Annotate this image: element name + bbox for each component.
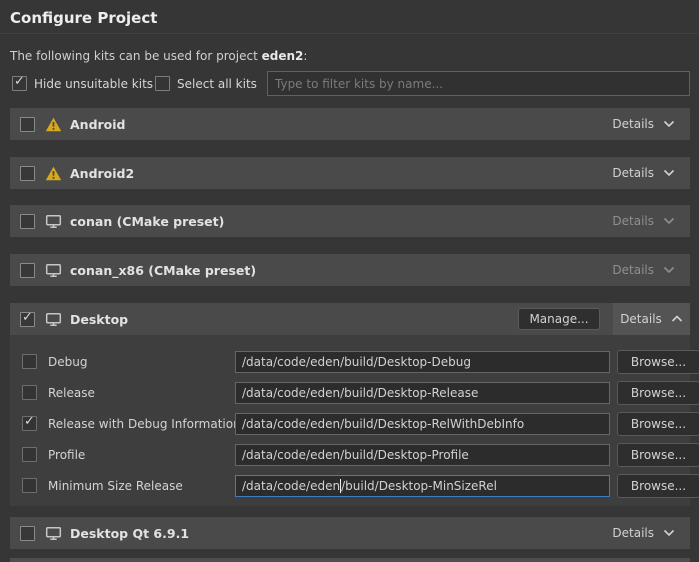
select-all-checkbox[interactable] <box>155 76 170 91</box>
config-label: Profile <box>48 448 85 462</box>
kit-checkbox[interactable] <box>20 312 35 327</box>
config-checkbox[interactable] <box>22 478 37 493</box>
chevron-down-icon <box>663 217 675 225</box>
browse-button[interactable]: Browse... <box>617 350 699 374</box>
project-name: eden2 <box>262 49 304 63</box>
kit-name: Android <box>70 117 126 132</box>
desktop-icon <box>45 263 62 278</box>
details-toggle[interactable]: Details <box>606 517 681 549</box>
kit-checkbox[interactable] <box>20 166 35 181</box>
config-label: Minimum Size Release <box>48 479 183 493</box>
build-dir-input[interactable] <box>235 382 610 404</box>
intro-text: The following kits can be used for proje… <box>10 49 307 63</box>
config-label: Release <box>48 386 95 400</box>
browse-button[interactable]: Browse... <box>617 474 699 498</box>
hide-unsuitable-label[interactable]: Hide unsuitable kits <box>34 77 153 91</box>
kit-row-android2[interactable]: Android2 Details <box>10 157 690 189</box>
desktop-icon <box>45 214 62 229</box>
select-all-kits-option[interactable]: Select all kits <box>155 76 257 91</box>
kit-row-desktop-qt[interactable]: Desktop Qt 6.9.1 Details <box>10 517 690 549</box>
kit-row-conan-x86[interactable]: conan_x86 (CMake preset) Details <box>10 254 690 286</box>
page-title: Configure Project <box>10 9 157 27</box>
config-row-release: Release Browse... <box>10 382 690 404</box>
config-label: Debug <box>48 355 87 369</box>
next-row-edge <box>10 558 690 562</box>
configure-project-page: Configure Project The following kits can… <box>0 0 699 562</box>
kit-checkbox[interactable] <box>20 526 35 541</box>
details-toggle[interactable]: Details <box>606 254 681 286</box>
title-separator <box>0 33 699 34</box>
desktop-build-configs-panel: Debug Browse... Release Browse... Releas… <box>10 335 690 506</box>
kit-name: Desktop <box>70 312 128 327</box>
details-toggle[interactable]: Details <box>606 108 681 140</box>
build-dir-input[interactable] <box>235 413 610 435</box>
chevron-down-icon <box>663 169 675 177</box>
build-dir-input[interactable] <box>235 351 610 373</box>
details-toggle[interactable]: Details <box>613 303 690 335</box>
chevron-down-icon <box>663 529 675 537</box>
kit-name: Android2 <box>70 166 134 181</box>
build-dir-input-focused[interactable]: /data/code/eden/build/Desktop-MinSizeRel <box>235 475 610 497</box>
browse-button[interactable]: Browse... <box>617 412 699 436</box>
config-row-minsizerel: Minimum Size Release /data/code/eden/bui… <box>10 475 690 497</box>
browse-button[interactable]: Browse... <box>617 443 699 467</box>
manage-kits-button[interactable]: Manage... <box>518 308 600 330</box>
desktop-icon <box>45 526 62 541</box>
kit-name: Desktop Qt 6.9.1 <box>70 526 189 541</box>
chevron-down-icon <box>663 266 675 274</box>
config-label: Release with Debug Information <box>48 417 241 431</box>
build-dir-input[interactable] <box>235 444 610 466</box>
hide-unsuitable-kits-option[interactable]: Hide unsuitable kits <box>12 76 153 91</box>
warning-icon <box>45 166 62 181</box>
kit-row-android[interactable]: Android Details <box>10 108 690 140</box>
select-all-label[interactable]: Select all kits <box>177 77 257 91</box>
browse-button[interactable]: Browse... <box>617 381 699 405</box>
config-checkbox[interactable] <box>22 354 37 369</box>
desktop-icon <box>45 312 62 327</box>
config-row-relwithdebinfo: Release with Debug Information Browse... <box>10 413 690 435</box>
kit-checkbox[interactable] <box>20 263 35 278</box>
hide-unsuitable-checkbox[interactable] <box>12 76 27 91</box>
kit-row-conan[interactable]: conan (CMake preset) Details <box>10 205 690 237</box>
kit-name: conan (CMake preset) <box>70 214 224 229</box>
kit-checkbox[interactable] <box>20 117 35 132</box>
chevron-up-icon <box>671 315 683 323</box>
config-checkbox[interactable] <box>22 416 37 431</box>
config-checkbox[interactable] <box>22 447 37 462</box>
config-checkbox[interactable] <box>22 385 37 400</box>
config-row-profile: Profile Browse... <box>10 444 690 466</box>
kit-checkbox[interactable] <box>20 214 35 229</box>
kit-filter-input[interactable] <box>267 71 690 96</box>
kit-name: conan_x86 (CMake preset) <box>70 263 256 278</box>
details-toggle[interactable]: Details <box>606 205 681 237</box>
kit-row-desktop[interactable]: Desktop Manage... Details <box>10 303 690 335</box>
config-row-debug: Debug Browse... <box>10 351 690 373</box>
warning-icon <box>45 117 62 132</box>
chevron-down-icon <box>663 120 675 128</box>
details-toggle[interactable]: Details <box>606 157 681 189</box>
